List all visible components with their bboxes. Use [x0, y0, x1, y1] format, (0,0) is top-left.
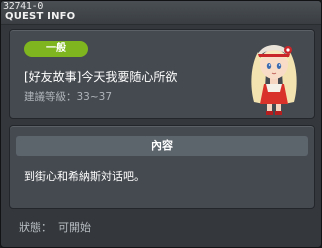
- status-value: 可開始: [58, 221, 91, 234]
- quest-info-window: 32741-0 QUEST INFO 一般 [好友故事]今天我要随心所欲 建議等…: [0, 0, 322, 248]
- status-label: 狀態：: [19, 221, 52, 234]
- recommended-level: 建議等級：33~37: [24, 91, 113, 103]
- quest-status: 狀態： 可開始: [19, 221, 91, 235]
- title-bar[interactable]: 32741-0 QUEST INFO: [1, 1, 321, 25]
- npc-portrait-icon: [251, 45, 297, 115]
- content-section-header: 內容: [16, 136, 308, 156]
- quest-summary-panel: 一般 [好友故事]今天我要随心所欲 建議等級：33~37: [9, 29, 315, 119]
- quest-content-panel: 內容 到街心和希納斯対话吧。: [9, 125, 315, 209]
- quest-name: [好友故事]今天我要随心所欲: [24, 70, 178, 84]
- quest-type-badge: 一般: [24, 41, 88, 57]
- quest-description: 到街心和希納斯対话吧。: [24, 170, 145, 183]
- window-title: QUEST INFO: [5, 11, 76, 22]
